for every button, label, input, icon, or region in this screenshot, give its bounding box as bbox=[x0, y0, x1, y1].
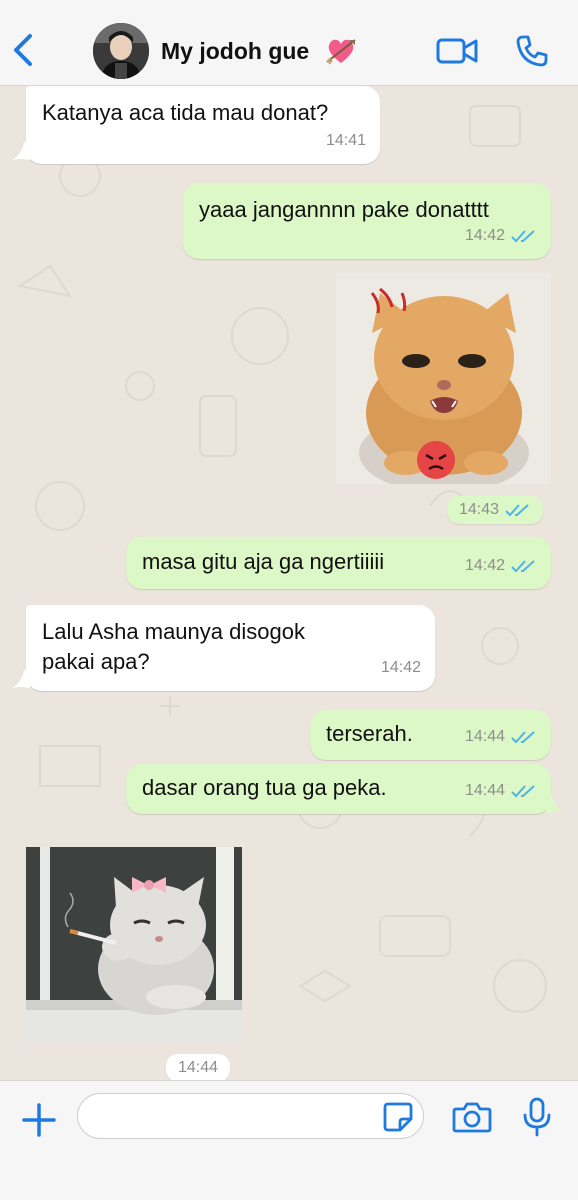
sticker-smoking-cat-with-bow[interactable] bbox=[26, 847, 242, 1042]
read-ticks-icon bbox=[511, 560, 535, 573]
message-bubble-outgoing[interactable]: terserah. 14:44 bbox=[310, 710, 551, 760]
message-timestamp: 14:44 bbox=[465, 776, 537, 806]
message-bubble-outgoing[interactable]: dasar orang tua ga peka. 14:44 bbox=[126, 764, 551, 814]
chat-header: My jodoh gue bbox=[0, 0, 578, 86]
message-bubble-incoming[interactable]: Katanya aca tida mau donat? 14:41 bbox=[26, 86, 380, 164]
message-bubble-incoming[interactable]: Lalu Asha maunya disogok pakai apa? 14:4… bbox=[26, 605, 435, 691]
message-timestamp: 14:42 bbox=[465, 221, 537, 251]
chat-area[interactable]: Katanya aca tida mau donat? 14:41 yaaa j… bbox=[0, 86, 578, 1080]
read-ticks-icon bbox=[511, 230, 535, 243]
bubble-tail bbox=[12, 142, 30, 160]
message-timestamp: 14:42 bbox=[465, 551, 537, 581]
message-timestamp: 14:41 bbox=[325, 132, 366, 149]
camera-icon[interactable] bbox=[452, 1100, 492, 1134]
message-input[interactable] bbox=[77, 1093, 424, 1139]
message-timestamp: 14:42 bbox=[380, 659, 421, 676]
video-camera-icon[interactable] bbox=[436, 36, 478, 66]
message-text: Lalu Asha maunya disogok pakai apa? bbox=[42, 619, 305, 674]
back-chevron-icon[interactable] bbox=[8, 30, 40, 70]
sticker-angry-kitten[interactable] bbox=[336, 273, 551, 484]
contact-name[interactable]: My jodoh gue bbox=[161, 38, 309, 65]
contact-avatar[interactable] bbox=[93, 23, 149, 79]
heart-with-arrow-icon bbox=[325, 36, 357, 66]
read-ticks-icon bbox=[505, 504, 529, 517]
bubble-tail bbox=[12, 670, 30, 688]
message-bubble-outgoing[interactable]: yaaa jangannnn pake donatttt 14:42 bbox=[183, 183, 551, 259]
read-ticks-icon bbox=[511, 731, 535, 744]
message-timestamp: 14:44 bbox=[465, 722, 537, 752]
sticker-timestamp: 14:44 bbox=[166, 1054, 231, 1080]
read-ticks-icon bbox=[511, 785, 535, 798]
bubble-tail bbox=[546, 795, 564, 813]
message-bubble-outgoing[interactable]: masa gitu aja ga ngertiiiii 14:42 bbox=[126, 537, 551, 589]
sticker-icon[interactable] bbox=[382, 1101, 414, 1133]
message-composer bbox=[0, 1080, 578, 1200]
message-text: Katanya aca tida mau donat? bbox=[42, 100, 329, 125]
microphone-icon[interactable] bbox=[522, 1097, 552, 1137]
plus-icon[interactable] bbox=[20, 1101, 58, 1139]
sticker-timestamp: 14:43 bbox=[447, 496, 544, 524]
phone-icon[interactable] bbox=[515, 34, 549, 68]
